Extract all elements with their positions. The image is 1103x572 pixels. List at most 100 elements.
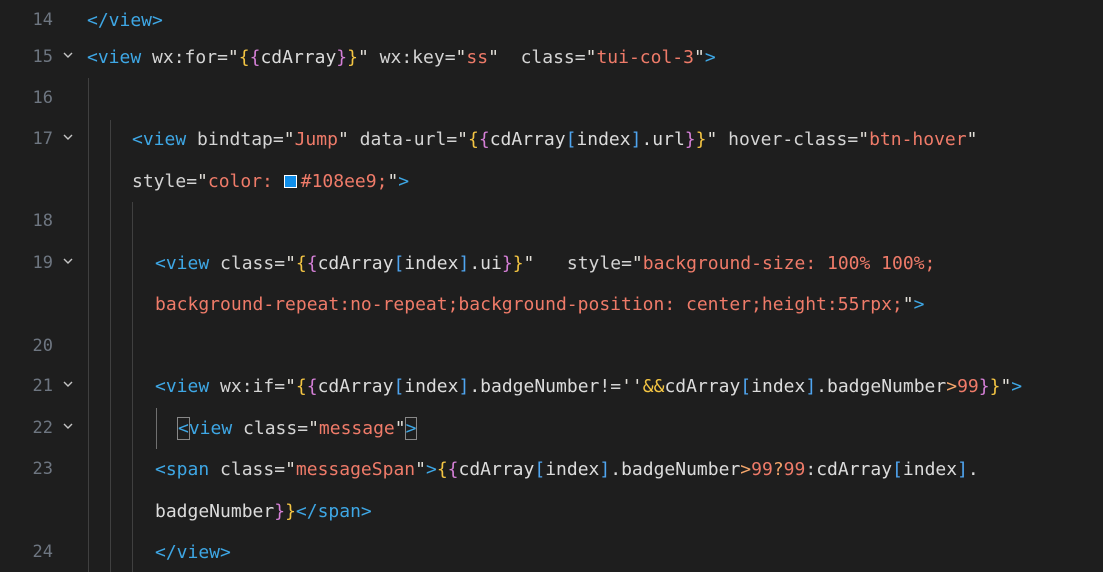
code-token: ] (458, 376, 470, 397)
code-token: </view> (155, 542, 231, 563)
code-token: " (308, 418, 319, 439)
code-token: { (306, 253, 318, 274)
code-line[interactable]: 15 <view wx:for="{{cdArray}}" wx:key="ss"… (0, 37, 1103, 78)
code-text: </view> (155, 532, 231, 572)
code-token: > (913, 294, 925, 315)
code-token: cdArray (664, 376, 741, 397)
code-text: <view bindtap="Jump" data-url="{{cdArray… (132, 119, 977, 160)
code-token: { (478, 129, 490, 150)
code-token: " (706, 129, 718, 150)
code-token: [ (534, 459, 546, 480)
code-token: = (274, 459, 286, 480)
code-token: " (387, 171, 399, 192)
code-token: = (217, 47, 228, 68)
chevron-down-icon[interactable] (62, 255, 74, 267)
chevron-down-icon[interactable] (62, 420, 74, 432)
code-token: .badgeNumber (610, 459, 741, 480)
code-line[interactable]: 14 </view> (0, 0, 1103, 41)
code-line[interactable]: 20 (0, 326, 1103, 367)
code-token: </view> (87, 10, 163, 31)
code-token: != (599, 376, 622, 397)
code-token: <view (87, 47, 153, 68)
code-token: } (285, 501, 296, 522)
code-token: <span (155, 459, 221, 480)
chevron-down-icon[interactable] (62, 131, 74, 143)
code-line[interactable]: badgeNumber}}</span> (0, 491, 1103, 532)
code-token: style (534, 253, 622, 274)
code-token: > (1011, 376, 1023, 397)
code-token: = (274, 376, 286, 397)
code-token: class (220, 459, 275, 480)
code-token: { (295, 253, 307, 274)
code-line[interactable]: 21 <view wx:if="{{cdArray[index].badgeNum… (0, 366, 1103, 407)
code-token: = (297, 418, 309, 439)
code-token: .url (641, 129, 685, 150)
code-token: } (978, 376, 990, 397)
code-line[interactable]: 22 <view class="message"> (0, 408, 1103, 449)
line-number: 20 (32, 336, 53, 356)
code-line[interactable]: 24 </view> (0, 532, 1103, 572)
code-token: wx:key (368, 47, 445, 68)
code-line[interactable]: background-repeat:no-repeat;background-p… (0, 284, 1103, 325)
code-token: style (132, 171, 187, 192)
code-token: hover-class (717, 129, 848, 150)
chevron-down-icon[interactable] (62, 49, 74, 61)
line-number: 21 (32, 376, 53, 396)
code-line[interactable]: 18 (0, 201, 1103, 242)
code-token: ] (458, 253, 470, 274)
code-text: <view class="message"> (177, 408, 418, 449)
code-token: { (249, 47, 261, 68)
code-token: { (238, 47, 250, 68)
code-token: " (902, 294, 914, 315)
code-line[interactable]: 17 <view bindtap="Jump" data-url="{{cdArr… (0, 119, 1103, 160)
matched-bracket: < (177, 417, 190, 440)
code-token: " (858, 129, 870, 150)
code-line[interactable]: style="color: #108ee9;"> (0, 161, 1103, 202)
code-text: <span class="messageSpan">{{cdArray[inde… (155, 449, 979, 490)
code-line[interactable]: 19 <view class="{{cdArray[index].ui}}" st… (0, 243, 1103, 284)
code-token: : (805, 459, 817, 480)
code-token: && (642, 376, 665, 397)
code-token: > (398, 171, 410, 192)
code-token: " (283, 129, 295, 150)
code-token: " (415, 459, 426, 480)
code-token: 99 (751, 459, 773, 480)
matched-bracket: > (404, 417, 418, 440)
code-token: bindtap (197, 129, 273, 150)
line-number: 18 (32, 211, 53, 231)
code-token: } (347, 47, 358, 68)
line-number: 24 (32, 542, 53, 562)
code-token: index (576, 129, 631, 150)
code-token: cdArray (816, 459, 893, 480)
code-token: '' (621, 376, 643, 397)
code-text: <view class="{{cdArray[index].ui}}" styl… (155, 243, 935, 284)
color-swatch-icon[interactable] (283, 175, 297, 188)
code-text: <view wx:if="{{cdArray[index].badgeNumbe… (155, 366, 1022, 407)
line-number: 22 (32, 418, 53, 438)
code-line[interactable]: 23 <span class="messageSpan">{{cdArray[in… (0, 449, 1103, 490)
code-token: = (621, 253, 632, 274)
code-token: = (446, 129, 458, 150)
code-token: [ (892, 459, 903, 480)
code-token: btn-hover (869, 129, 967, 150)
chevron-down-icon[interactable] (62, 378, 74, 390)
code-text: badgeNumber}}</span> (155, 491, 372, 532)
code-token: ] (957, 459, 968, 480)
code-token: index (902, 459, 958, 480)
code-token: { (436, 459, 448, 480)
line-number: 14 (32, 10, 53, 30)
code-token: " (1000, 376, 1012, 397)
code-token: class (498, 47, 575, 68)
code-token: index (545, 459, 600, 480)
line-number: 16 (32, 88, 53, 108)
code-token: badgeNumber (155, 501, 275, 522)
code-token: messageSpan (295, 459, 416, 480)
code-token: class (220, 253, 275, 274)
code-token: { (306, 376, 318, 397)
code-token: [ (740, 376, 752, 397)
code-token: } (501, 253, 513, 274)
code-editor[interactable]: 14 </view> 15 <view wx:for="{{cdArray}}" wx… (0, 0, 1103, 572)
code-line[interactable]: 16 (0, 78, 1103, 119)
code-token: " (455, 47, 467, 68)
code-token: </span> (295, 501, 372, 522)
